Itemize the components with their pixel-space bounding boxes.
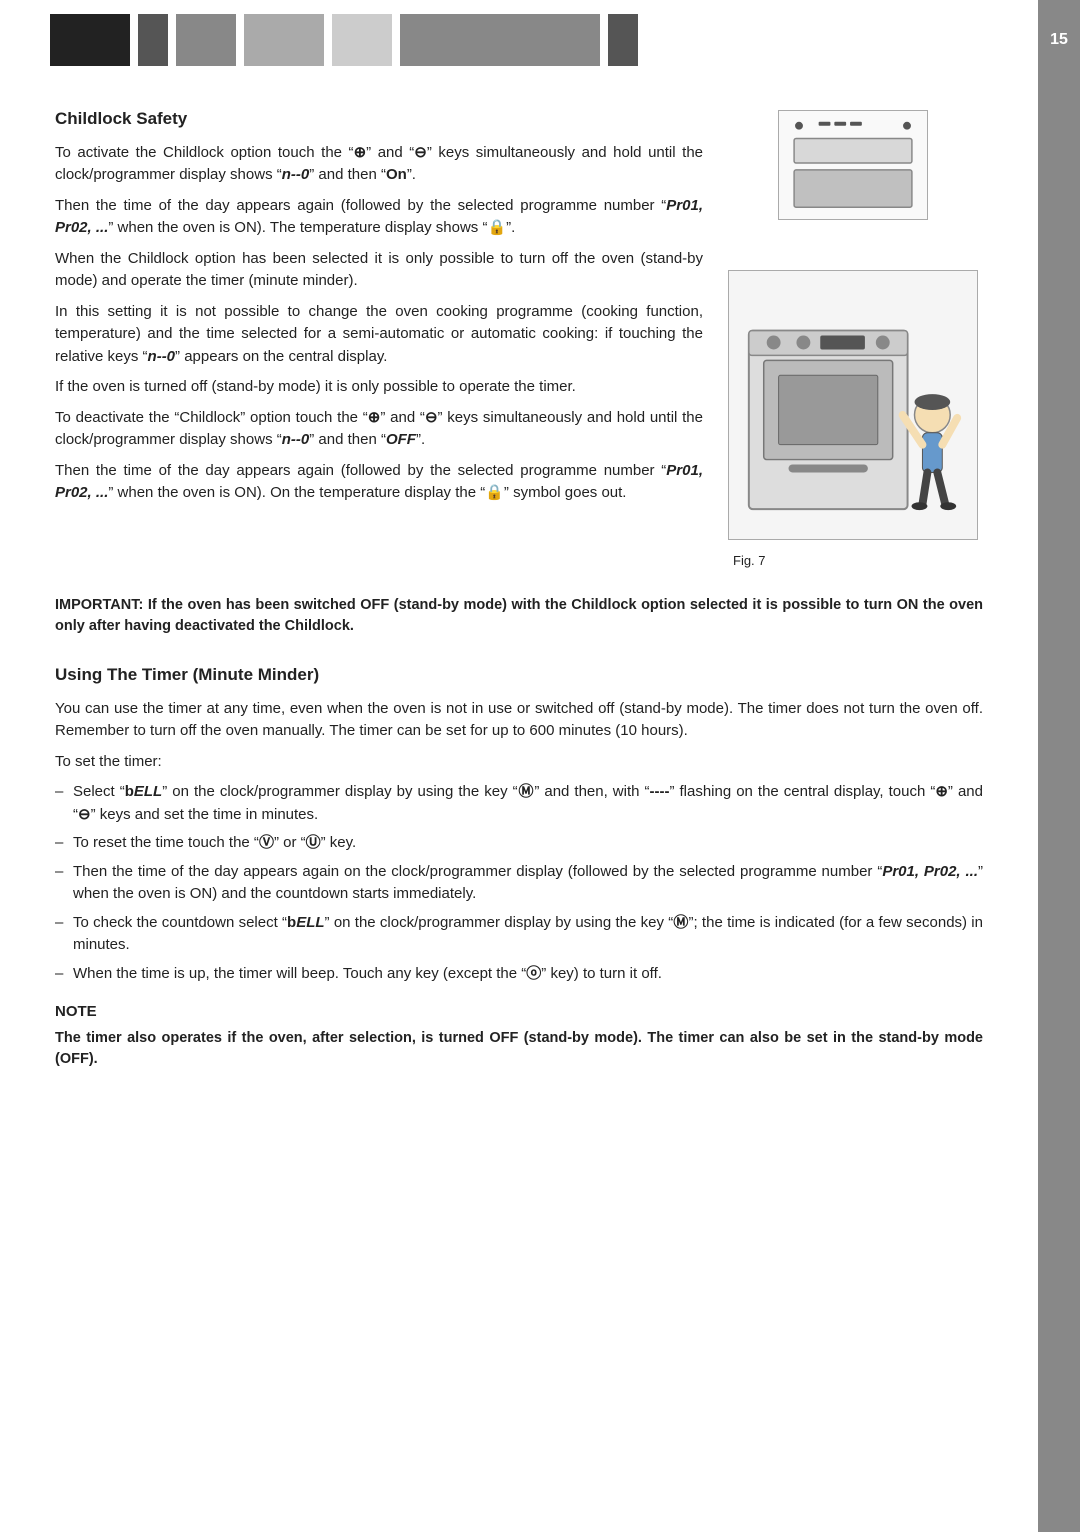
- bar-block-7: [608, 14, 638, 66]
- timer-bullet-1: Select “bELL” on the clock/programmer di…: [55, 781, 983, 826]
- bar-block-3: [176, 14, 236, 66]
- childlock-heading: Childlock Safety: [55, 106, 703, 132]
- note-body: The timer also operates if the oven, aft…: [55, 1028, 983, 1072]
- childlock-para3: When the Childlock option has been selec…: [55, 248, 703, 293]
- page-number: 15: [1050, 28, 1068, 52]
- bar-block-2: [138, 14, 168, 66]
- timer-bullet-3: Then the time of the day appears again o…: [55, 861, 983, 906]
- important-text: IMPORTANT: If the oven has been switched…: [55, 597, 983, 635]
- figures-column: Fig. 7: [723, 100, 983, 571]
- fig7-label: Fig. 7: [728, 551, 978, 571]
- timer-para1: You can use the timer at any time, even …: [55, 698, 983, 743]
- bar-block-1: [50, 14, 130, 66]
- bar-block-5: [332, 14, 392, 66]
- important-note: IMPORTANT: If the oven has been switched…: [55, 595, 983, 639]
- oven-top-diagram: [778, 110, 928, 228]
- bar-block-6: [400, 14, 600, 66]
- timer-heading: Using The Timer (Minute Minder): [55, 662, 983, 688]
- oven-top-svg: [778, 110, 928, 220]
- timer-bullet-list: Select “bELL” on the clock/programmer di…: [55, 781, 983, 985]
- timer-bullet-4: To check the countdown select “bELL” on …: [55, 912, 983, 957]
- childlock-para6: To deactivate the “Childlock” option tou…: [55, 407, 703, 452]
- childlock-para7: Then the time of the day appears again (…: [55, 460, 703, 505]
- page-sidebar: 15: [1038, 0, 1080, 1532]
- timer-bullet-5: When the time is up, the timer will beep…: [55, 963, 983, 986]
- main-content: Childlock Safety To activate the Childlo…: [0, 80, 1038, 1119]
- bar-block-4: [244, 14, 324, 66]
- childlock-section: Childlock Safety To activate the Childlo…: [55, 100, 983, 571]
- childlock-para4: In this setting it is not possible to ch…: [55, 301, 703, 369]
- timer-bullet-2: To reset the time touch the “Ⓥ” or “Ⓤ” k…: [55, 832, 983, 855]
- childlock-para5: If the oven is turned off (stand-by mode…: [55, 376, 703, 399]
- top-decorative-bar: [0, 0, 1080, 80]
- timer-section: Using The Timer (Minute Minder) You can …: [55, 662, 983, 1071]
- timer-para2: To set the timer:: [55, 751, 983, 774]
- fig7-wrapper: Fig. 7: [728, 270, 978, 571]
- childlock-para1: To activate the Childlock option touch t…: [55, 142, 703, 187]
- childlock-text-column: Childlock Safety To activate the Childlo…: [55, 100, 703, 571]
- note-heading: NOTE: [55, 1001, 983, 1024]
- childlock-para2: Then the time of the day appears again (…: [55, 195, 703, 240]
- fig7-svg: [728, 270, 978, 540]
- note-section: NOTE The timer also operates if the oven…: [55, 1001, 983, 1071]
